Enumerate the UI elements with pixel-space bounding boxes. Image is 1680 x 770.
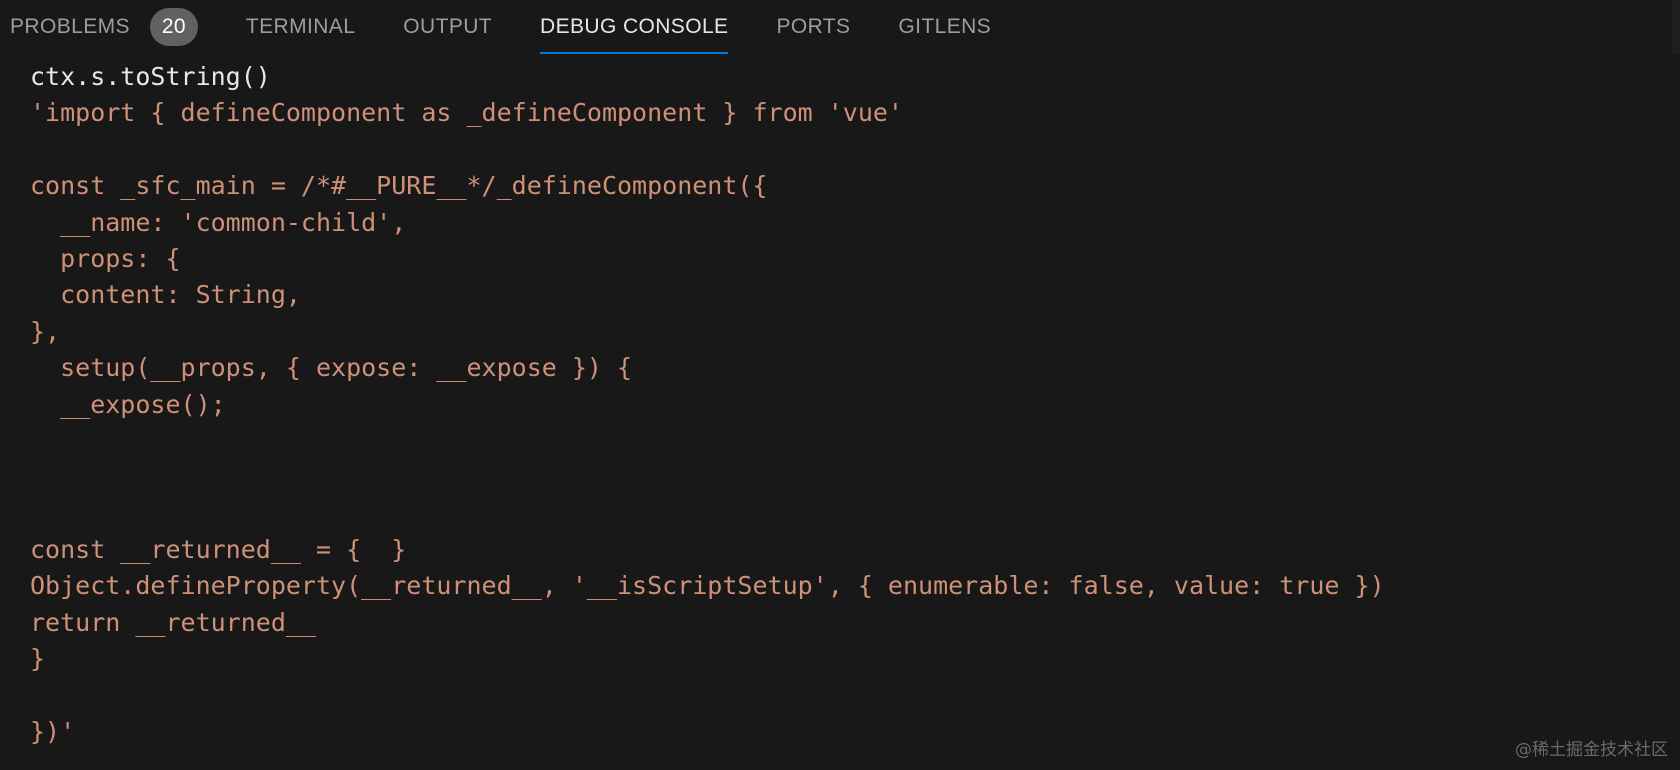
console-output-line: const __returned__ = { } — [30, 535, 407, 565]
console-output-line: })' — [30, 717, 76, 747]
console-output-line: 'import { defineComponent as _defineComp… — [30, 98, 903, 128]
tab-debug-console[interactable]: DEBUG CONSOLE — [516, 0, 752, 54]
console-output-line: __expose(); — [30, 389, 226, 419]
panel-tab-bar: PROBLEMS 20 TERMINAL OUTPUT DEBUG CONSOL… — [0, 0, 1680, 54]
tab-ports-label: PORTS — [776, 15, 851, 38]
tab-output[interactable]: OUTPUT — [379, 0, 516, 54]
tab-gitlens-label: GITLENS — [898, 15, 992, 38]
console-output-line: setup(__props, { expose: __expose }) { — [30, 353, 633, 383]
console-output-line: return __returned__ — [30, 607, 316, 637]
tab-terminal[interactable]: TERMINAL — [222, 0, 379, 54]
scrollbar-edge[interactable] — [1672, 0, 1680, 54]
console-output-line: __name: 'common-child', — [30, 207, 407, 237]
console-output-line: } — [30, 644, 46, 674]
watermark: @稀土掘金技术社区 — [1515, 740, 1668, 760]
console-output-line: content: String, — [30, 280, 301, 310]
tab-gitlens[interactable]: GITLENS — [874, 0, 1015, 54]
tab-terminal-label: TERMINAL — [245, 15, 356, 38]
tab-ports[interactable]: PORTS — [752, 0, 874, 54]
debug-console-panel: PROBLEMS 20 TERMINAL OUTPUT DEBUG CONSOL… — [0, 0, 1680, 770]
console-output[interactable]: ctx.s.toString() 'import { defineCompone… — [30, 59, 1650, 750]
console-output-line: props: { — [30, 243, 181, 273]
tab-problems-label: PROBLEMS — [10, 15, 130, 38]
tab-problems[interactable]: PROBLEMS 20 — [0, 0, 222, 54]
console-output-line: Object.defineProperty(__returned__, '__i… — [30, 571, 1385, 601]
console-output-line: }, — [30, 316, 61, 346]
console-input-line: ctx.s.toString() — [30, 62, 271, 91]
tab-debug-console-label: DEBUG CONSOLE — [540, 15, 729, 38]
console-output-line: const _sfc_main = /*#__PURE__*/_defineCo… — [30, 171, 768, 201]
tab-output-label: OUTPUT — [403, 15, 493, 38]
problems-count-badge: 20 — [149, 8, 198, 46]
